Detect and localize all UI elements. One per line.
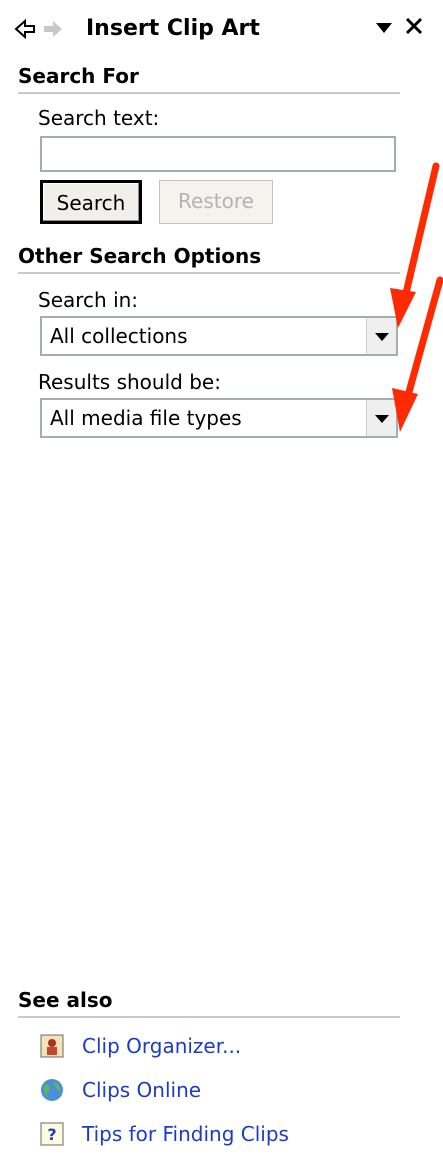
back-arrow-icon[interactable] [14, 18, 36, 44]
search-text-input[interactable] [40, 136, 396, 172]
restore-button[interactable]: Restore [159, 180, 273, 224]
results-value: All media file types [50, 406, 242, 430]
search-in-value: All collections [50, 324, 188, 348]
results-should-be-label: Results should be: [38, 370, 221, 394]
pane-menu-icon[interactable] [374, 16, 394, 44]
other-search-options-heading: Other Search Options [18, 244, 400, 274]
help-icon: ? [40, 1122, 64, 1146]
globe-icon [40, 1078, 64, 1102]
see-also-heading: See also [18, 988, 400, 1018]
results-should-be-dropdown[interactable]: All media file types [40, 398, 398, 438]
close-icon[interactable] [404, 14, 424, 42]
search-text-label: Search text: [38, 106, 160, 130]
clip-organizer-label: Clip Organizer... [82, 1034, 242, 1058]
search-in-label: Search in: [38, 288, 139, 312]
insert-clip-art-pane: Insert Clip Art Search For Search text: … [0, 0, 443, 1161]
clips-online-label: Clips Online [82, 1078, 202, 1102]
svg-text:?: ? [47, 1125, 56, 1144]
tips-label: Tips for Finding Clips [82, 1122, 289, 1146]
forward-arrow-icon[interactable] [42, 18, 64, 44]
annotation-arrows [390, 162, 443, 432]
search-for-heading: Search For [18, 64, 400, 94]
search-button[interactable]: Search [40, 180, 142, 224]
search-in-dropdown[interactable]: All collections [40, 316, 398, 356]
clip-organizer-icon [40, 1034, 64, 1058]
task-pane-title-bar: Insert Clip Art [0, 0, 443, 62]
pane-title: Insert Clip Art [86, 16, 260, 41]
